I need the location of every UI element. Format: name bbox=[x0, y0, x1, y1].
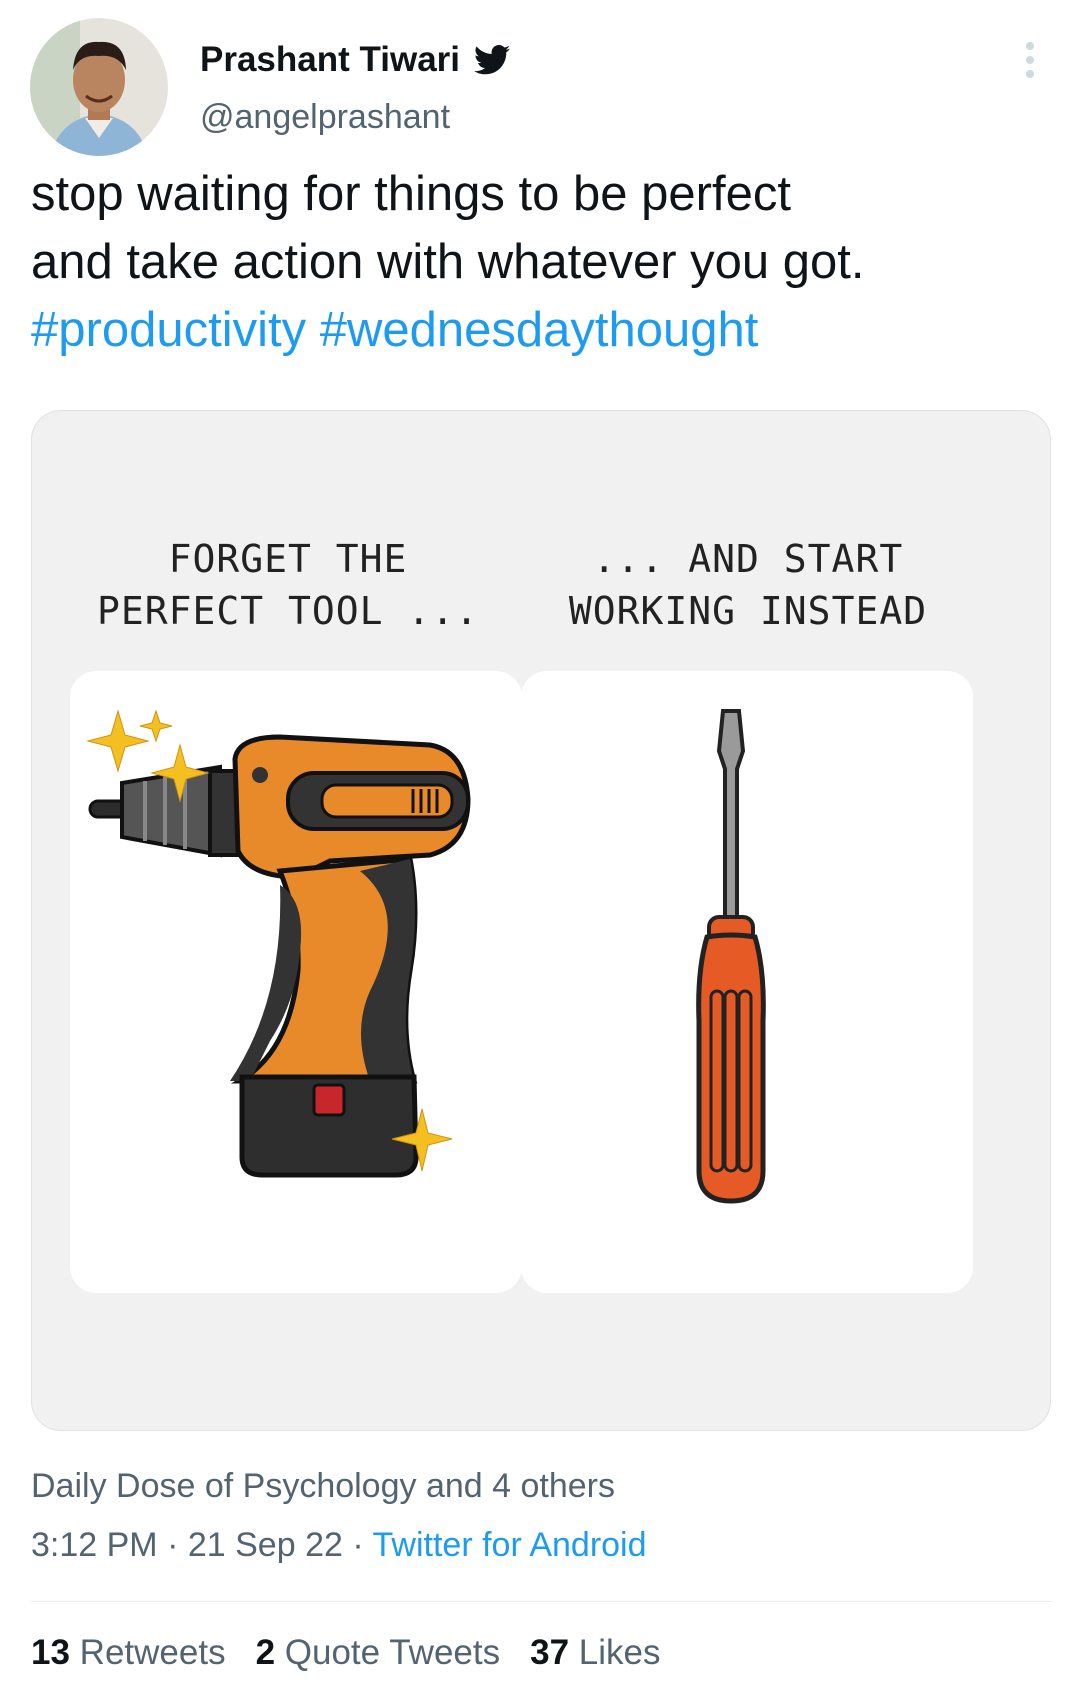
quote-tweets-label: Quote Tweets bbox=[284, 1633, 501, 1672]
drill-illustration bbox=[86, 709, 471, 1178]
tweet-text: stop waiting for things to be perfect an… bbox=[31, 160, 1031, 364]
retweets-label: Retweets bbox=[79, 1633, 226, 1672]
tweet-source-link[interactable]: Twitter for Android bbox=[373, 1526, 647, 1564]
liked-by-text[interactable]: Daily Dose of Psychology and 4 others bbox=[31, 1467, 615, 1506]
twitter-bird-icon bbox=[474, 45, 511, 75]
author-handle[interactable]: @angelprashant bbox=[200, 98, 450, 137]
screwdriver-illustration bbox=[696, 709, 766, 1204]
quote-tweets-stat[interactable]: 2 Quote Tweets bbox=[256, 1633, 501, 1673]
avatar-image bbox=[30, 18, 168, 156]
author-name[interactable]: Prashant Tiwari bbox=[200, 40, 460, 80]
right-panel-caption: ... AND START WORKING INSTEAD bbox=[568, 537, 928, 633]
more-options-icon[interactable] bbox=[1020, 42, 1040, 82]
drill-illustration-card bbox=[70, 671, 522, 1293]
screwdriver-illustration-card bbox=[521, 671, 973, 1293]
tweet-text-line: and take action with whatever you got. bbox=[31, 235, 865, 289]
avatar[interactable] bbox=[30, 18, 168, 156]
left-panel-caption: FORGET THE PERFECT TOOL ... bbox=[96, 537, 480, 633]
tweet-date[interactable]: 21 Sep 22 bbox=[188, 1526, 343, 1564]
tweet-text-line: stop waiting for things to be perfect bbox=[31, 167, 791, 221]
divider bbox=[31, 1601, 1051, 1602]
tweet-stats: 13 Retweets 2 Quote Tweets 37 Likes bbox=[31, 1633, 661, 1673]
tweet-time[interactable]: 3:12 PM bbox=[31, 1526, 158, 1564]
tweet-hashtags: #productivity #wednesdaythought bbox=[31, 296, 1031, 364]
retweets-count: 13 bbox=[31, 1633, 70, 1672]
tweet-media-image[interactable]: FORGET THE PERFECT TOOL ... ... AND STAR… bbox=[31, 410, 1051, 1431]
hashtag-link[interactable]: #wednesdaythought bbox=[320, 303, 759, 357]
likes-stat[interactable]: 37 Likes bbox=[530, 1633, 660, 1673]
retweets-stat[interactable]: 13 Retweets bbox=[31, 1633, 226, 1673]
quote-tweets-count: 2 bbox=[255, 1633, 276, 1672]
separator-dot: · bbox=[167, 1526, 179, 1564]
tweet-timestamp: 3:12 PM · 21 Sep 22 · Twitter for Androi… bbox=[31, 1526, 647, 1565]
author-name-row[interactable]: Prashant Tiwari bbox=[200, 40, 511, 80]
hashtag-link[interactable]: #productivity bbox=[31, 303, 306, 357]
likes-count: 37 bbox=[530, 1633, 570, 1672]
separator-dot: · bbox=[352, 1526, 364, 1564]
likes-label: Likes bbox=[578, 1633, 661, 1672]
